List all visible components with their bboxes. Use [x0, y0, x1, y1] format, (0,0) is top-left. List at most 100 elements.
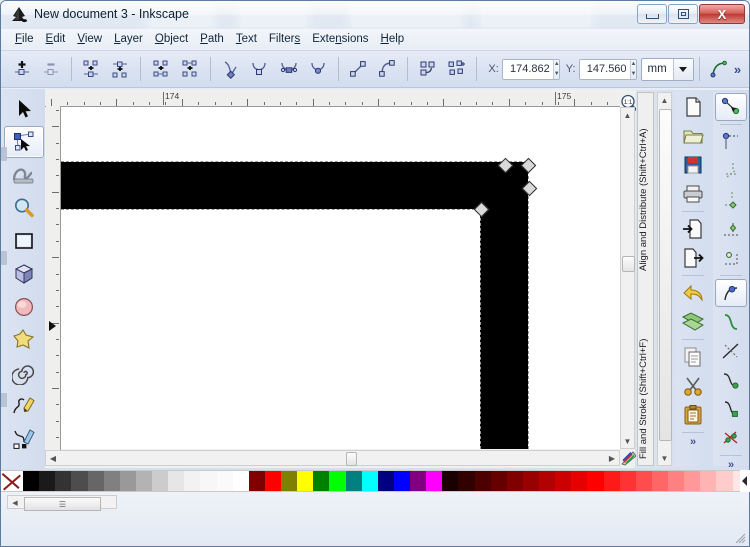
no-color-swatch[interactable]	[1, 471, 23, 491]
snap-path-intersections-button[interactable]	[715, 337, 747, 365]
dock-tab-align-distribute[interactable]: Align and Distribute (Shift+Ctrl+A)	[638, 97, 653, 273]
menu-view[interactable]: View	[71, 32, 108, 46]
color-palette[interactable]	[1, 470, 749, 492]
join-with-segment-button[interactable]	[147, 54, 174, 84]
vertical-scroll-thumb[interactable]	[622, 256, 635, 272]
snap-bbox-edge-midpoints-button[interactable]	[715, 215, 747, 243]
toolbox-handle[interactable]	[1, 147, 7, 161]
palette-swatch[interactable]	[474, 471, 491, 491]
scroll-up-arrow-icon[interactable]: ▲	[621, 108, 634, 122]
scroll-left-arrow-icon[interactable]: ◀	[10, 498, 20, 508]
palette-swatch[interactable]	[87, 471, 104, 491]
path-horizontal-arm[interactable]	[61, 162, 528, 209]
palette-swatch[interactable]	[506, 471, 523, 491]
palette-swatch[interactable]	[603, 471, 620, 491]
menu-text[interactable]: Text	[230, 32, 263, 46]
menu-edit[interactable]: Edit	[40, 32, 72, 46]
palette-swatch[interactable]	[184, 471, 201, 491]
dock-scroll-thumb[interactable]	[659, 109, 672, 441]
dock-tab-fill-stroke[interactable]: Fill and Stroke (Shift+Ctrl+F)	[638, 289, 653, 461]
snap-bbox-edges-button[interactable]	[715, 157, 747, 185]
snap-to-paths-button[interactable]	[715, 308, 747, 336]
snap-bbox-centers-button[interactable]	[715, 244, 747, 272]
palette-swatch[interactable]	[668, 471, 685, 491]
toolbox-handle[interactable]	[1, 251, 7, 265]
cut-button[interactable]	[677, 372, 709, 400]
minimize-button[interactable]	[637, 4, 667, 24]
palette-swatch[interactable]	[345, 471, 362, 491]
import-button[interactable]	[677, 215, 709, 243]
palette-swatch[interactable]	[200, 471, 217, 491]
paste-button[interactable]	[677, 401, 709, 429]
palette-swatch[interactable]	[426, 471, 443, 491]
palette-swatch[interactable]	[329, 471, 346, 491]
make-node-smooth-button[interactable]	[246, 54, 273, 84]
stroke-to-path-button[interactable]	[443, 54, 470, 84]
menu-filters[interactable]: Filters	[263, 32, 306, 46]
palette-swatch[interactable]	[313, 471, 330, 491]
drawing-canvas[interactable]	[61, 107, 620, 449]
palette-swatch[interactable]	[539, 471, 556, 491]
palette-swatch[interactable]	[716, 471, 733, 491]
menu-layer[interactable]: Layer	[108, 32, 149, 46]
horizontal-ruler[interactable]: 174 175	[45, 91, 620, 107]
delete-segment-button[interactable]	[176, 54, 203, 84]
snap-nodes-paths-button[interactable]	[715, 279, 747, 307]
enable-snapping-button[interactable]	[715, 93, 747, 121]
next-path-effect-parameter-button[interactable]	[706, 54, 733, 84]
palette-swatch[interactable]	[442, 471, 459, 491]
new-document-button[interactable]	[677, 93, 709, 121]
snap-bounding-box-button[interactable]	[715, 128, 747, 156]
palette-scroll-arrow[interactable]	[740, 470, 750, 492]
palette-swatch[interactable]	[555, 471, 572, 491]
undo-button[interactable]	[677, 279, 709, 307]
make-node-auto-button[interactable]	[304, 54, 331, 84]
unit-selector-button[interactable]	[672, 58, 693, 80]
palette-swatch[interactable]	[458, 471, 475, 491]
menu-help[interactable]: Help	[375, 32, 411, 46]
palette-swatch[interactable]	[248, 471, 265, 491]
palette-swatch[interactable]	[571, 471, 588, 491]
x-coordinate-input[interactable]	[502, 59, 553, 79]
vertical-ruler[interactable]	[46, 106, 61, 450]
redo-button[interactable]	[677, 308, 709, 336]
palette-swatch[interactable]	[232, 471, 249, 491]
palette-swatch[interactable]	[168, 471, 185, 491]
palette-swatch[interactable]	[361, 471, 378, 491]
x-spinner-arrows[interactable]: ▲ ▼	[552, 59, 559, 79]
open-document-button[interactable]	[677, 122, 709, 150]
delete-node-button[interactable]	[37, 54, 64, 84]
horizontal-scroll-thumb[interactable]	[346, 452, 357, 466]
palette-swatch[interactable]	[393, 471, 410, 491]
y-coordinate-input[interactable]	[579, 59, 630, 79]
unit-selector[interactable]: mm	[640, 57, 694, 81]
palette-swatch[interactable]	[651, 471, 668, 491]
snap-to-cusp-nodes-button[interactable]	[715, 366, 747, 394]
palette-swatch[interactable]	[490, 471, 507, 491]
palette-swatch[interactable]	[216, 471, 233, 491]
make-segment-line-button[interactable]	[344, 54, 371, 84]
palette-swatch[interactable]	[700, 471, 717, 491]
palette-swatch[interactable]	[297, 471, 314, 491]
palette-swatch[interactable]	[684, 471, 701, 491]
object-to-path-button[interactable]	[414, 54, 441, 84]
print-document-button[interactable]	[677, 180, 709, 208]
menu-extensions[interactable]: Extensions	[306, 32, 374, 46]
spinner-up-icon[interactable]: ▲	[631, 60, 636, 70]
palette-swatch[interactable]	[281, 471, 298, 491]
palette-swatch[interactable]	[23, 471, 40, 491]
palette-swatch[interactable]	[103, 471, 120, 491]
palette-swatch[interactable]	[55, 471, 72, 491]
menu-file[interactable]: File	[9, 32, 40, 46]
path-vertical-arm[interactable]	[480, 162, 528, 449]
snap-to-smooth-nodes-button[interactable]	[715, 395, 747, 423]
scroll-down-arrow-icon[interactable]: ▼	[658, 451, 671, 465]
spinner-down-icon[interactable]: ▼	[631, 69, 636, 79]
save-document-button[interactable]	[677, 151, 709, 179]
palette-swatch[interactable]	[39, 471, 56, 491]
scroll-left-arrow-icon[interactable]: ◀	[46, 451, 60, 465]
canvas-horizontal-scrollbar[interactable]: ◀ ▶	[45, 450, 620, 466]
close-button[interactable]: X	[699, 4, 745, 24]
make-node-symmetric-button[interactable]	[275, 54, 302, 84]
palette-swatch[interactable]	[119, 471, 136, 491]
